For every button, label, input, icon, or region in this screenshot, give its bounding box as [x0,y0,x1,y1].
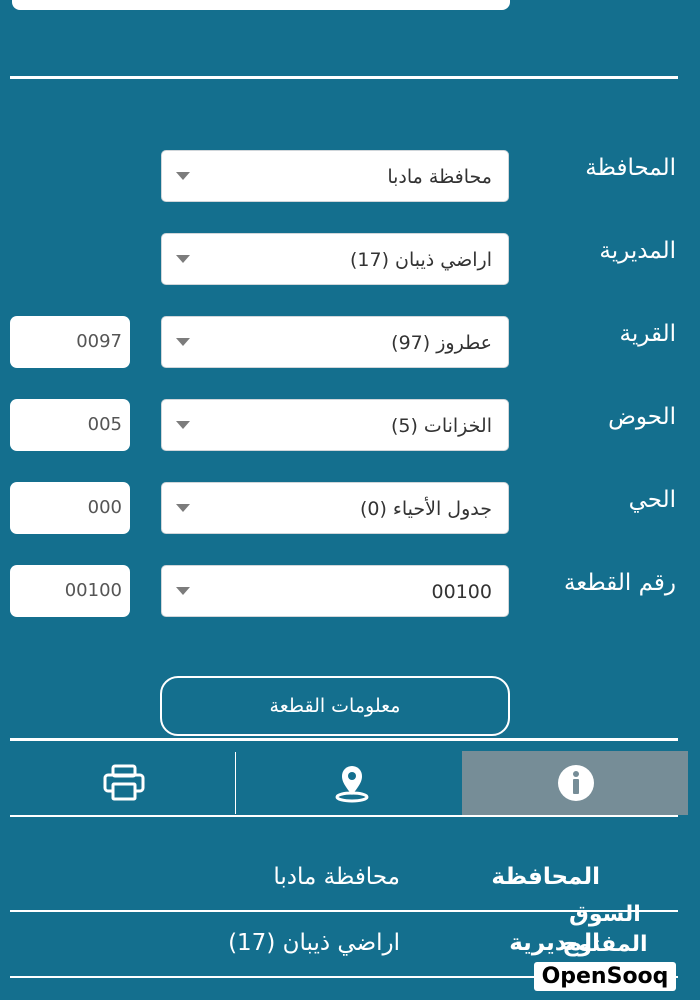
divider [10,738,678,741]
dropdown-caret-icon [176,504,190,512]
tab-location[interactable] [236,751,461,815]
dropdown-caret-icon [176,255,190,263]
village-value: عطروز (97) [391,332,492,354]
info-governorate-label: المحافظة [491,864,600,890]
tab-info[interactable] [462,751,688,815]
opensooq-watermark: السوق المفتوح OpenSooq [530,900,680,991]
info-governorate-value: محافظة مادبا [273,864,400,890]
parcel-number-label: رقم القطعة [563,570,676,596]
neighborhood-code-field[interactable]: 000 [10,482,130,534]
basin-label: الحوض [608,404,676,430]
parcel-number-select[interactable]: 00100 [161,565,509,617]
directorate-select[interactable]: اراضي ذيبان (17) [161,233,509,285]
dropdown-caret-icon [176,172,190,180]
governorate-value: محافظة مادبا [387,166,492,188]
village-code-field[interactable]: 0097 [10,316,130,368]
divider [10,815,678,817]
village-label: القرية [619,321,676,347]
basin-code-field[interactable]: 005 [10,399,130,451]
parcel-info-button[interactable]: معلومات القطعة [160,676,510,736]
directorate-value: اراضي ذيبان (17) [349,249,492,271]
divider [10,76,678,79]
parcel-number-value: 00100 [431,581,492,603]
watermark-english: OpenSooq [533,962,677,991]
dropdown-caret-icon [176,338,190,346]
parcel-code-field[interactable]: 00100 [10,565,130,617]
info-directorate-value: اراضي ذيبان (17) [228,930,400,956]
location-pin-icon [335,766,369,803]
tab-print[interactable] [10,751,235,815]
neighborhood-label: الحي [628,487,676,513]
previous-input-field[interactable] [12,0,510,10]
neighborhood-select[interactable]: جدول الأحياء (0) [161,482,509,534]
governorate-label: المحافظة [585,155,676,181]
watermark-arabic: السوق المفتوح [562,902,648,957]
info-icon [558,765,594,801]
dropdown-caret-icon [176,421,190,429]
neighborhood-value: جدول الأحياء (0) [359,498,492,520]
basin-select[interactable]: الخزانات (5) [161,399,509,451]
village-select[interactable]: عطروز (97) [161,316,509,368]
basin-value: الخزانات (5) [390,415,492,437]
governorate-select[interactable]: محافظة مادبا [161,150,509,202]
printer-icon [103,764,145,801]
dropdown-caret-icon [176,587,190,595]
directorate-label: المديرية [599,238,676,264]
